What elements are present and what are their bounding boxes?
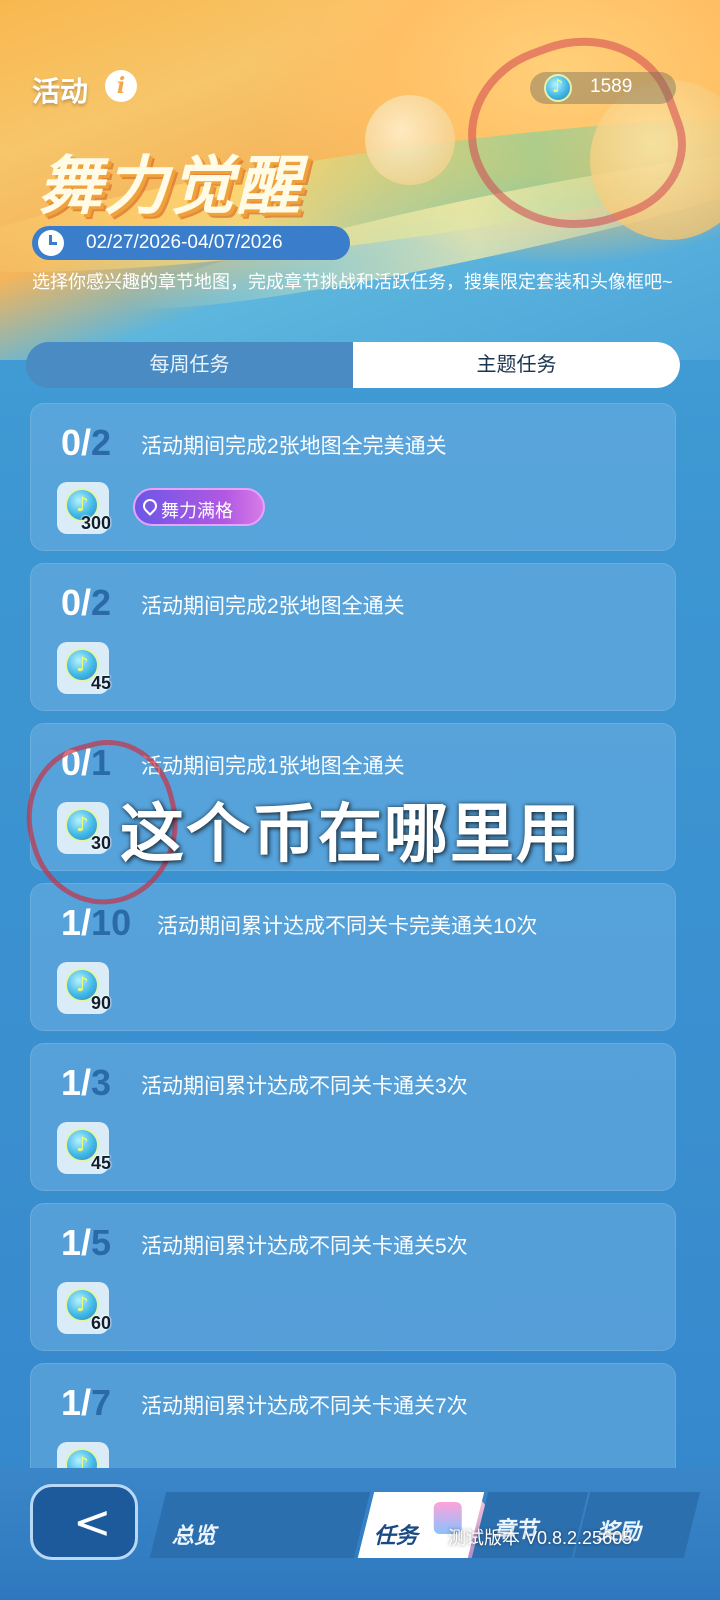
task-progress: 1/5 (61, 1222, 112, 1263)
task-card: 1/5 活动期间累计达成不同关卡通关5次 60 (30, 1203, 676, 1351)
date-text: 02/27/2026-04/07/2026 (86, 232, 283, 253)
task-progress: 1/10 (61, 902, 132, 943)
task-card: 1/3 活动期间累计达成不同关卡通关3次 45 (30, 1043, 676, 1191)
badge-label: 舞力满格 (161, 501, 233, 521)
nav-tasks-label: 任务 (373, 1523, 418, 1548)
task-description: 活动期间累计达成不同关卡通关5次 (141, 1235, 468, 1258)
bottom-nav: < 总览 任务 章节 奖励 测试版本 V0.8.2.25605 (0, 1468, 720, 1600)
task-progress: 0/2 (61, 582, 112, 623)
task-description: 活动期间累计达成不同关卡通关3次 (141, 1075, 468, 1098)
reward-quantity: 45 (90, 1153, 111, 1173)
page-title: 活动 (32, 76, 89, 107)
task-progress: 1/3 (61, 1062, 112, 1103)
task-card: 0/2 活动期间完成2张地图全完美通关 300 舞力满格 (30, 403, 676, 551)
back-arrow-icon: < (73, 1495, 112, 1549)
version-text: 测试版本 V0.8.2.25605 (448, 1528, 633, 1548)
event-date-range: 02/27/2026-04/07/2026 (32, 226, 350, 260)
location-pin-icon (140, 496, 160, 516)
task-card: 1/10 活动期间累计达成不同关卡完美通关10次 90 (30, 883, 676, 1031)
reward-item[interactable]: 45 (57, 1122, 111, 1174)
nav-overview[interactable]: 总览 (149, 1492, 490, 1558)
clock-icon (38, 230, 64, 256)
task-tabs: 每周任务 主题任务 (26, 342, 680, 388)
reward-item[interactable]: 60 (57, 1282, 111, 1334)
task-description: 活动期间完成1张地图全通关 (141, 755, 405, 778)
reward-item[interactable]: 300 (57, 482, 111, 534)
coin-balance: 1589 (530, 72, 676, 104)
reward-item[interactable]: 90 (57, 962, 111, 1014)
map-badge[interactable]: 舞力满格 (133, 488, 265, 526)
event-description: 选择你感兴趣的章节地图，完成章节挑战和活跃任务，搜集限定套装和头像框吧~ (32, 272, 673, 292)
reward-quantity: 60 (90, 1313, 111, 1333)
banner-globe-decoration (365, 95, 455, 185)
tab-theme-tasks[interactable]: 主题任务 (353, 342, 680, 388)
task-progress: 1/7 (61, 1382, 112, 1423)
task-card: 0/2 活动期间完成2张地图全通关 45 (30, 563, 676, 711)
task-list: 0/2 活动期间完成2张地图全完美通关 300 舞力满格 0/2 活动期间完成2… (30, 403, 676, 1523)
reward-item[interactable]: 45 (57, 642, 111, 694)
task-progress: 0/2 (61, 422, 112, 463)
reward-quantity: 90 (90, 993, 111, 1013)
nav-overview-label: 总览 (171, 1523, 216, 1548)
coin-amount: 1589 (590, 76, 633, 97)
task-description: 活动期间完成2张地图全通关 (141, 595, 405, 618)
task-description: 活动期间完成2张地图全完美通关 (141, 435, 447, 458)
annotation-caption: 这个币在哪里用 (120, 798, 582, 872)
info-icon[interactable]: i (105, 70, 137, 102)
music-coin-icon (544, 74, 572, 102)
reward-quantity: 300 (80, 513, 111, 533)
task-description: 活动期间累计达成不同关卡完美通关10次 (157, 915, 538, 938)
reward-quantity: 45 (90, 673, 111, 693)
task-description: 活动期间累计达成不同关卡通关7次 (141, 1395, 468, 1418)
event-title: 舞力觉醒 (38, 150, 302, 224)
tab-weekly-tasks[interactable]: 每周任务 (26, 342, 353, 388)
back-button[interactable]: < (30, 1484, 138, 1560)
